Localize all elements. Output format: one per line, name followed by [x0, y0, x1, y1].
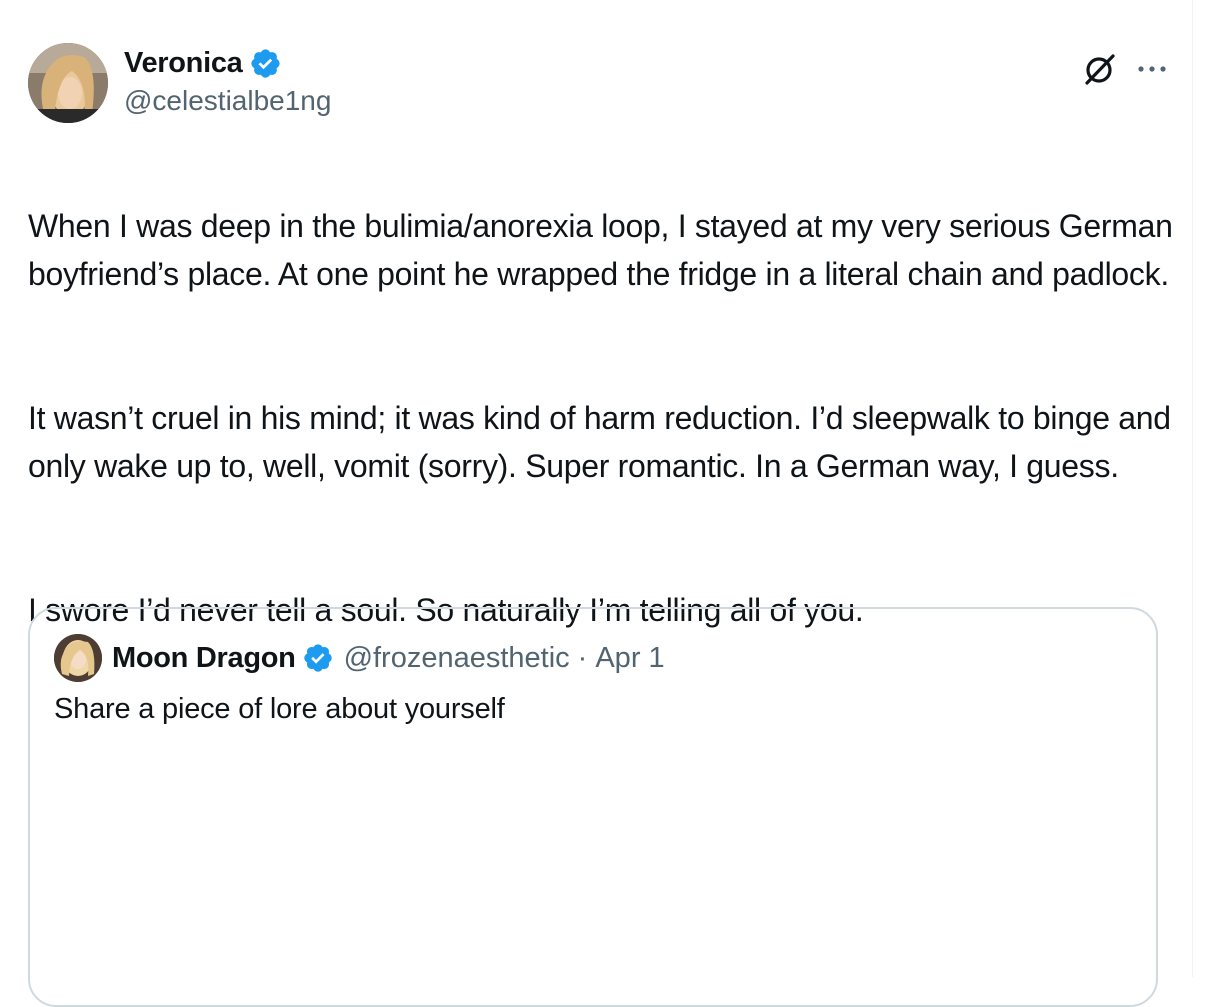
tweet[interactable]: Veronica @celestialbe1ng When I was deep…: [28, 0, 1173, 1007]
grok-icon[interactable]: [1082, 51, 1118, 87]
quoted-author-display-name[interactable]: Moon Dragon: [112, 642, 296, 675]
author-handle[interactable]: @celestialbe1ng: [124, 85, 331, 117]
quoted-author-avatar[interactable]: [54, 634, 102, 682]
quoted-tweet-card[interactable]: Moon Dragon @frozenaesthetic · Apr 1 Sha…: [28, 607, 1158, 1007]
column-divider: [1192, 0, 1193, 977]
verified-badge-icon[interactable]: [249, 47, 282, 80]
tweet-paragraph: It wasn’t cruel in his mind; it was kind…: [28, 400, 1171, 484]
author-avatar[interactable]: [28, 43, 108, 123]
meta-separator: ·: [577, 641, 588, 674]
header-actions: [1082, 51, 1168, 87]
tweet-header: Veronica @celestialbe1ng: [28, 43, 1168, 125]
more-options-icon[interactable]: [1136, 64, 1168, 74]
quoted-author-handle[interactable]: @frozenaesthetic: [344, 642, 570, 675]
quoted-tweet-date[interactable]: Apr 1: [595, 642, 664, 675]
author-display-name[interactable]: Veronica: [124, 47, 243, 80]
author-names: Veronica @celestialbe1ng: [124, 45, 331, 117]
verified-badge-icon[interactable]: [302, 642, 334, 674]
quoted-tweet-header: Moon Dragon @frozenaesthetic · Apr 1: [54, 633, 665, 683]
tweet-paragraph: When I was deep in the bulimia/anorexia …: [28, 208, 1173, 292]
tweet-text: When I was deep in the bulimia/anorexia …: [28, 154, 1178, 682]
quoted-tweet-text: Share a piece of lore about yourself: [54, 693, 505, 725]
